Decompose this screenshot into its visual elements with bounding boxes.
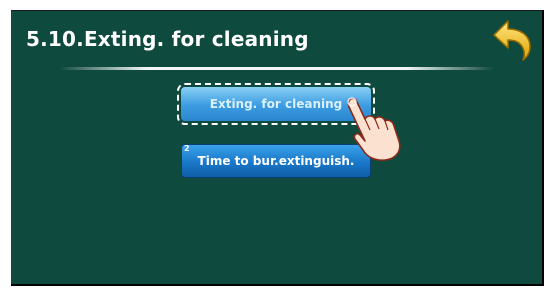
menu-button-label: Time to bur.extinguish.: [197, 154, 355, 168]
undo-arrow-icon: [493, 20, 531, 61]
page-title: 5.10.Exting. for cleaning: [26, 27, 309, 51]
menu-button-label: Exting. for cleaning: [209, 97, 343, 111]
title-divider: [59, 67, 494, 70]
menu-button-time-to-burner-extinguish[interactable]: 2 Time to bur.extinguish.: [181, 144, 371, 178]
menu-button-exting-for-cleaning[interactable]: Exting. for cleaning: [177, 83, 375, 125]
menu-button-number: 2: [184, 144, 190, 153]
controller-screen: 5.10.Exting. for cleaning Exting. for cl…: [11, 10, 544, 286]
back-button[interactable]: [490, 17, 536, 63]
